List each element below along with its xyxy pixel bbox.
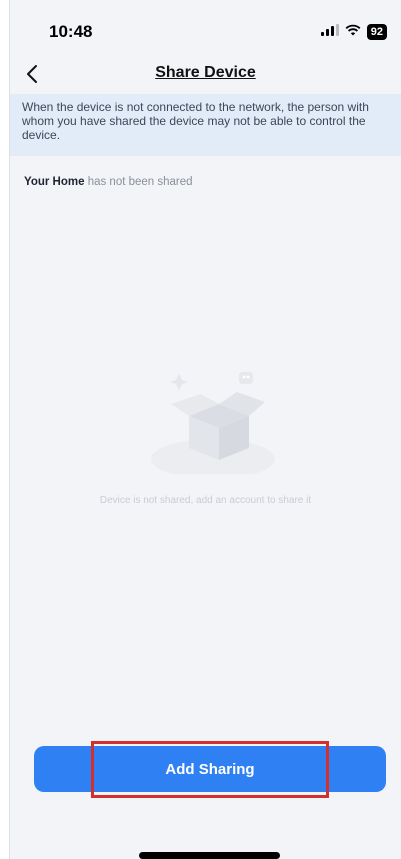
- signal-icon: [320, 23, 339, 41]
- page-title: Share Device: [155, 64, 256, 81]
- share-status-line: Your Home has not been shared: [24, 176, 193, 188]
- offline-notice-banner: When the device is not connected to the …: [10, 94, 401, 156]
- nav-bar: Share Device: [10, 56, 401, 92]
- share-status-text: has not been shared: [84, 176, 193, 188]
- empty-state-message: Device is not shared, add an account to …: [99, 495, 312, 506]
- app-screen: 10:48 92 Share Device When the device is…: [9, 0, 401, 859]
- status-bar: 10:48 92: [10, 0, 401, 56]
- status-icons: 92: [320, 23, 387, 41]
- battery-icon: 92: [366, 24, 387, 40]
- wifi-icon: [345, 23, 361, 41]
- notice-text: When the device is not connected to the …: [22, 100, 369, 142]
- add-sharing-button[interactable]: Add Sharing: [34, 746, 386, 792]
- home-name: Your Home: [24, 176, 85, 188]
- home-indicator: [139, 852, 280, 859]
- status-time: 10:48: [49, 22, 93, 41]
- empty-box-illustration: [141, 364, 291, 479]
